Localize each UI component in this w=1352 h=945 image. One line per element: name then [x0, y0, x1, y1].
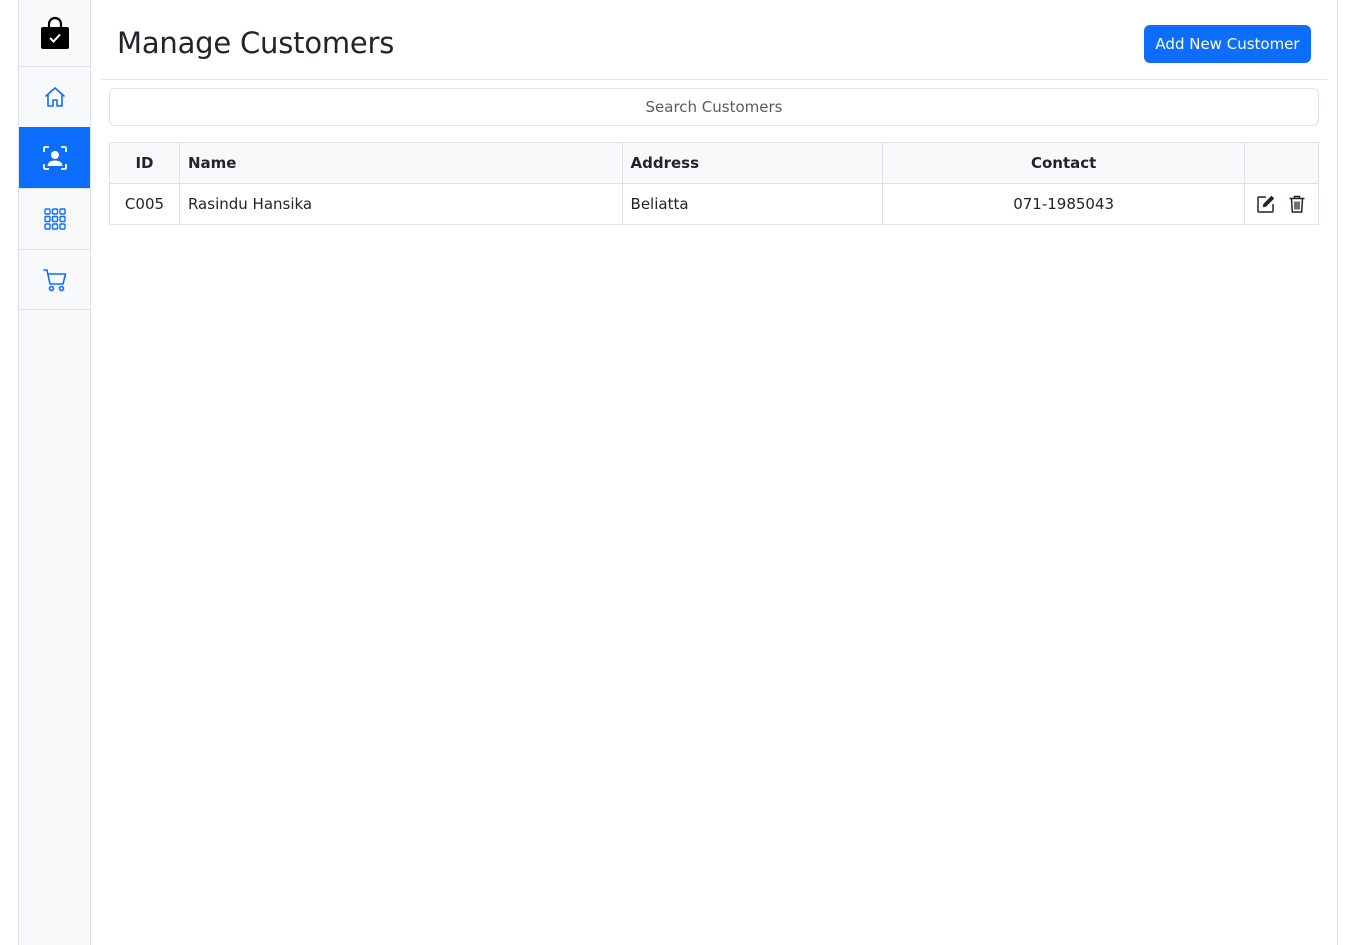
- app: Manage Customers Add New Customer ID Nam…: [0, 0, 1352, 945]
- table-header-row: ID Name Address Contact: [109, 142, 1320, 184]
- house-icon: [44, 87, 65, 107]
- cart-icon: [42, 268, 66, 291]
- customers-table: ID Name Address Contact C005 Rasindu Han…: [109, 142, 1320, 225]
- column-header-contact: Contact: [882, 142, 1245, 184]
- column-header-actions: [1243, 142, 1320, 184]
- cell-actions: [1243, 183, 1320, 225]
- column-header-name: Name: [178, 142, 623, 184]
- shopping-bag-check-icon: [40, 16, 69, 49]
- sidebar-item-home[interactable]: [19, 66, 90, 127]
- add-new-customer-button[interactable]: Add New Customer: [1144, 25, 1311, 63]
- trash-icon: [1289, 195, 1305, 213]
- cell-contact: 071-1985043: [882, 183, 1245, 225]
- delete-button[interactable]: [1286, 193, 1308, 215]
- column-header-id: ID: [109, 142, 180, 184]
- logo[interactable]: [19, 0, 90, 66]
- page-header: Manage Customers Add New Customer: [101, 0, 1327, 80]
- content-right-border: [1337, 0, 1338, 945]
- page-title: Manage Customers: [117, 26, 395, 60]
- cell-address: Beliatta: [621, 183, 884, 225]
- sidebar-item-customers[interactable]: [19, 127, 90, 188]
- pencil-square-icon: [1257, 195, 1275, 213]
- column-header-address: Address: [621, 142, 884, 184]
- sidebar-item-orders[interactable]: [19, 249, 90, 310]
- row-actions: [1253, 193, 1310, 215]
- table-row: C005 Rasindu Hansika Beliatta 071-198504…: [109, 183, 1320, 225]
- person-bounding-box-icon: [42, 146, 67, 170]
- sidebar: [18, 0, 91, 945]
- cell-id: C005: [109, 183, 180, 225]
- search-input[interactable]: [109, 88, 1319, 126]
- sidebar-item-items[interactable]: [19, 188, 90, 249]
- edit-button[interactable]: [1255, 193, 1277, 215]
- grid-icon: [43, 208, 66, 230]
- cell-name: Rasindu Hansika: [178, 183, 623, 225]
